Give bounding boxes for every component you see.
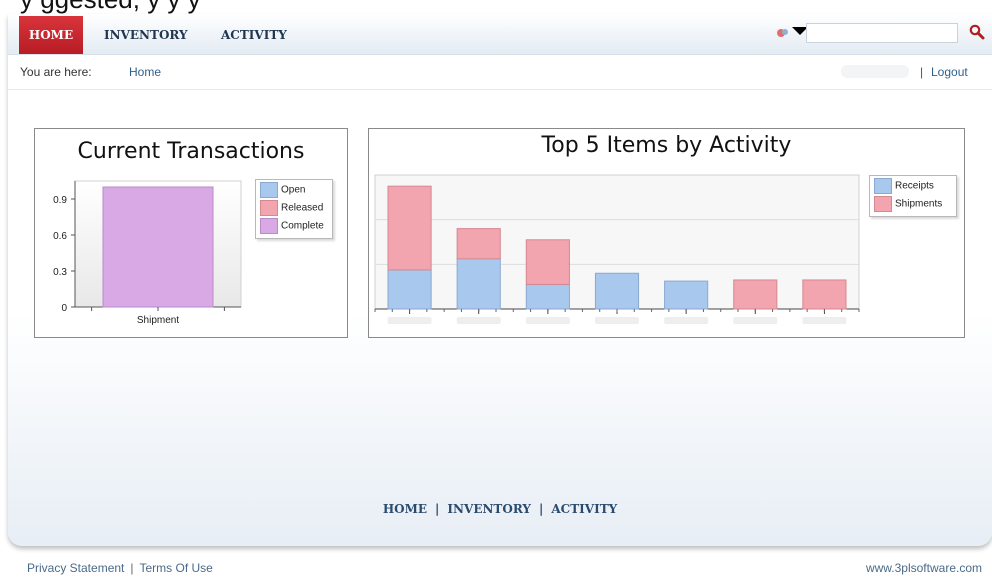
legend-label: Open [281, 184, 306, 196]
legend-item: Released [260, 200, 323, 216]
y-tick-label: 0.6 [53, 231, 67, 242]
legend-label: Shipments [895, 198, 943, 210]
chart-legend: Receipts Shipments [869, 175, 957, 217]
legend-swatch [874, 196, 892, 212]
x-tick-label-redacted [387, 317, 432, 324]
username-blurred [841, 65, 909, 78]
chart-legend: Open Released Complete [255, 179, 333, 239]
logout-separator: | [920, 65, 924, 79]
privacy-link[interactable]: Privacy Statement [27, 561, 124, 575]
bar [802, 279, 847, 310]
legend-item: Shipments [874, 196, 942, 212]
legend-swatch [874, 178, 892, 194]
footer-nav-inventory[interactable]: INVENTORY [447, 502, 531, 516]
legal-links: Privacy Statement | Terms Of Use [27, 561, 213, 575]
bar [387, 269, 432, 310]
x-tick-label: Shipment [137, 315, 179, 326]
legend-item: Open [260, 182, 305, 198]
search-icon[interactable] [969, 24, 985, 40]
footer-nav-separator: | [538, 502, 544, 516]
site-url[interactable]: www.3plsoftware.com [866, 561, 982, 575]
y-tick-label: 0 [61, 303, 67, 314]
x-tick-label-redacted [664, 317, 709, 324]
legend-swatch [260, 200, 278, 216]
current-transactions-chart: Current Transactions 0 0.3 0.6 0.9 Shipment … [34, 128, 348, 338]
x-tick-label-redacted [595, 317, 639, 324]
legend-swatch [260, 218, 278, 234]
bar [525, 283, 570, 310]
y-tick-label: 0.9 [53, 195, 67, 206]
bar [102, 186, 214, 308]
nav-home[interactable]: HOME [19, 16, 83, 54]
top-items-chart: Top 5 Items by Activity Receipts Shipmen… [368, 128, 965, 338]
bar [594, 272, 640, 310]
footer-nav-activity[interactable]: ACTIVITY [551, 502, 617, 516]
footer-nav-separator: | [435, 502, 440, 516]
nav-inventory[interactable]: INVENTORY [104, 16, 188, 54]
search-input[interactable] [806, 23, 958, 43]
x-tick-label-redacted [802, 317, 847, 324]
logout-link[interactable]: Logout [931, 65, 968, 79]
breadcrumb-home-link[interactable]: Home [129, 65, 161, 79]
language-flag-icon [777, 29, 788, 37]
chart-canvas [374, 174, 860, 324]
legend-swatch [260, 182, 278, 198]
x-tick-label-redacted [525, 317, 570, 324]
legal-separator: | [130, 561, 134, 575]
bar [387, 185, 432, 271]
legend-label: Released [281, 202, 324, 214]
x-tick-label-redacted [456, 317, 501, 324]
breadcrumb: You are here: Home | Logout [8, 55, 992, 90]
legend-item: Complete [260, 218, 324, 234]
overlay-text: y ggested, y y y [20, 0, 201, 15]
y-tick-label: 0.3 [53, 267, 67, 278]
bar [525, 239, 570, 285]
main-panel: HOME INVENTORY ACTIVITY You are here: Ho… [8, 14, 992, 546]
legend-item: Receipts [874, 178, 934, 194]
terms-link[interactable]: Terms Of Use [140, 561, 213, 575]
legend-label: Receipts [895, 180, 934, 192]
bar [664, 280, 709, 310]
legend-label: Complete [281, 220, 324, 232]
bar [733, 279, 778, 310]
bar [456, 228, 501, 260]
breadcrumb-label: You are here: [20, 65, 92, 79]
bar [456, 258, 501, 310]
nav-activity[interactable]: ACTIVITY [221, 16, 287, 54]
x-tick-label-redacted [733, 317, 778, 324]
footer-nav-home[interactable]: HOME [383, 502, 427, 516]
top-nav: HOME INVENTORY ACTIVITY [8, 14, 992, 55]
footer-nav: HOME | INVENTORY | ACTIVITY [8, 502, 992, 516]
